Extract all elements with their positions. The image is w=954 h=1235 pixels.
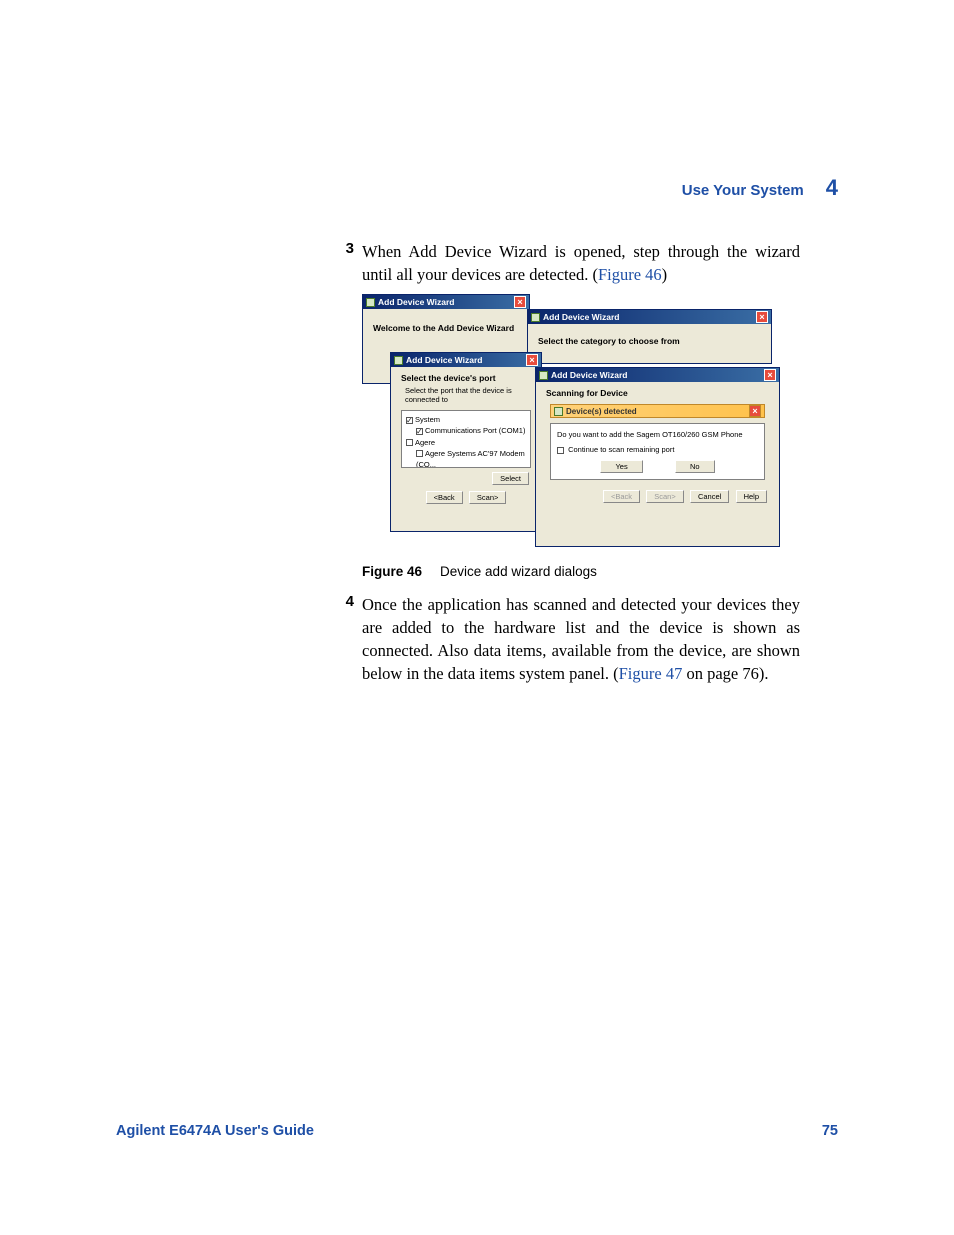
page-number: 75 xyxy=(822,1123,838,1139)
dialog-category: Add Device Wizard × Select the category … xyxy=(527,309,772,364)
dialog-scanning: Add Device Wizard × Scanning for Device … xyxy=(535,367,780,547)
page-header: Use Your System 4 xyxy=(682,175,838,201)
figure-caption-text: Device add wizard dialogs xyxy=(440,564,597,579)
dialog-subtext: Select the port that the device is conne… xyxy=(405,386,531,404)
checkbox-icon[interactable] xyxy=(416,450,423,457)
back-button[interactable]: <Back xyxy=(426,491,463,504)
yes-button[interactable]: Yes xyxy=(600,460,642,473)
section-title: Use Your System xyxy=(682,182,804,199)
close-icon[interactable]: × xyxy=(764,369,776,381)
no-button[interactable]: No xyxy=(675,460,715,473)
detected-popup: Device(s) detected × Do you want to add … xyxy=(550,404,765,480)
step-number: 4 xyxy=(340,593,362,685)
checkbox-icon[interactable] xyxy=(406,439,413,446)
dialog-port: Add Device Wizard × Select the device's … xyxy=(390,352,542,532)
titlebar: Add Device Wizard × xyxy=(536,368,779,382)
step-text: When Add Device Wizard is opened, step t… xyxy=(362,240,800,286)
scan-button[interactable]: Scan> xyxy=(646,490,683,503)
wizard-icon xyxy=(554,407,563,416)
step-text: Once the application has scanned and det… xyxy=(362,593,800,685)
wizard-icon xyxy=(531,313,540,322)
port-tree[interactable]: System Communications Port (COM1) Agere … xyxy=(401,410,531,468)
titlebar-text: Add Device Wizard xyxy=(543,310,756,324)
figure-label: Figure 46 xyxy=(362,564,422,579)
scan-button[interactable]: Scan> xyxy=(469,491,506,504)
popup-text: Do you want to add the Sagem OT160/260 G… xyxy=(557,430,758,439)
titlebar: Add Device Wizard × xyxy=(528,310,771,324)
close-icon[interactable]: × xyxy=(749,405,761,417)
cancel-button[interactable]: Cancel xyxy=(690,490,729,503)
dialog-heading: Welcome to the Add Device Wizard xyxy=(373,323,519,333)
figure-caption: Figure 46 Device add wizard dialogs xyxy=(362,564,800,579)
step-number: 3 xyxy=(340,240,362,286)
page-footer: Agilent E6474A User's Guide 75 xyxy=(116,1123,838,1139)
wizard-icon xyxy=(539,371,548,380)
checkbox-icon[interactable] xyxy=(557,447,564,454)
chapter-number: 4 xyxy=(826,175,838,201)
titlebar-text: Add Device Wizard xyxy=(406,353,526,367)
checkbox-icon[interactable] xyxy=(406,417,413,424)
wizard-icon xyxy=(394,356,403,365)
popup-title: Device(s) detected xyxy=(566,407,749,416)
close-icon[interactable]: × xyxy=(756,311,768,323)
select-button[interactable]: Select xyxy=(492,472,529,485)
figure-46-image: Add Device Wizard × Welcome to the Add D… xyxy=(362,294,782,554)
main-content: 3 When Add Device Wizard is opened, step… xyxy=(340,240,800,692)
titlebar-text: Add Device Wizard xyxy=(551,368,764,382)
dialog-heading: Select the category to choose from xyxy=(538,336,761,346)
back-button[interactable]: <Back xyxy=(603,490,640,503)
help-button[interactable]: Help xyxy=(736,490,767,503)
step-3: 3 When Add Device Wizard is opened, step… xyxy=(340,240,800,286)
titlebar-text: Add Device Wizard xyxy=(378,295,514,309)
dialog-heading: Select the device's port xyxy=(401,373,531,383)
checkbox-icon[interactable] xyxy=(416,428,423,435)
guide-title: Agilent E6474A User's Guide xyxy=(116,1123,314,1139)
wizard-icon xyxy=(366,298,375,307)
figure-xref[interactable]: Figure 47 xyxy=(619,664,683,683)
close-icon[interactable]: × xyxy=(514,296,526,308)
figure-xref[interactable]: Figure 46 xyxy=(598,265,662,284)
dialog-heading: Scanning for Device xyxy=(546,388,769,398)
titlebar: Add Device Wizard × xyxy=(363,295,529,309)
step-4: 4 Once the application has scanned and d… xyxy=(340,593,800,685)
titlebar: Add Device Wizard × xyxy=(391,353,541,367)
close-icon[interactable]: × xyxy=(526,354,538,366)
